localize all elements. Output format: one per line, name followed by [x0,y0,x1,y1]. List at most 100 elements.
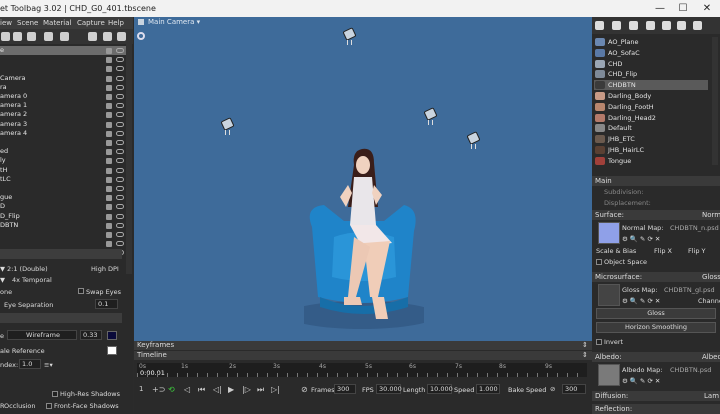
outliner-item[interactable] [0,64,126,73]
eye-icon[interactable] [116,149,124,155]
material-item[interactable]: Darling_Head2 [594,113,708,123]
eye-icon[interactable] [116,167,124,173]
light-gizmo[interactable] [423,107,438,125]
eye-icon[interactable] [116,84,124,90]
lock-icon[interactable] [106,94,112,100]
outliner-item[interactable] [0,55,126,64]
delete-icon[interactable] [693,21,702,30]
step-back-icon[interactable]: ◁| [213,385,222,394]
light-gizmo[interactable] [220,117,235,135]
section-diffusion[interactable]: Diffusion: Lam [592,391,720,401]
eye-icon[interactable] [116,232,124,237]
albedo-map-file[interactable]: CHDBTN.psd [670,366,711,374]
pick-icon[interactable] [629,21,638,30]
lock-icon[interactable] [106,57,112,64]
outliner-item[interactable]: ed [0,147,126,156]
flip-x-option[interactable]: Flip X [654,247,672,255]
lock-icon[interactable] [106,75,112,82]
diffusion-value[interactable]: Lam [704,391,719,401]
albedo-value[interactable]: Albedo [702,352,720,362]
close-button[interactable]: ✕ [697,0,717,17]
normal-map-file[interactable]: CHDBTN_n.psd [670,224,719,232]
menu-view[interactable]: iew [0,19,12,27]
save-icon[interactable] [677,21,686,30]
outliner-item[interactable] [0,138,126,147]
hires-shadows-checkbox[interactable] [52,391,58,397]
viewport-settings-icon[interactable] [137,32,145,40]
gloss-map-file[interactable]: CHDBTN_gl.psd [664,286,715,294]
menu-material[interactable]: Material [43,19,71,27]
eye-icon[interactable] [116,121,124,127]
outliner-item[interactable]: amera 3 [0,120,126,129]
eye-icon[interactable] [116,103,124,109]
microsurface-value[interactable]: Gloss [702,272,720,282]
outliner-item[interactable]: e [0,46,126,55]
outliner-item[interactable]: ra [0,83,126,92]
add-material-icon[interactable] [595,21,604,30]
material-item[interactable]: CHD [594,59,708,69]
camera-selector[interactable]: Main Camera ▾ [148,18,200,26]
minimize-button[interactable]: — [650,0,670,17]
folder-icon[interactable] [662,21,671,30]
gloss-button[interactable]: Gloss [596,308,716,319]
lock-icon[interactable] [106,121,112,128]
key-add-icon[interactable]: +⊃ [152,385,165,394]
delete-icon[interactable] [117,32,126,41]
index-menu-icon[interactable]: ≡▾ [44,361,53,369]
scale-reference-color[interactable] [107,346,117,355]
speed-input[interactable]: 1.000 [476,384,500,394]
lock-icon[interactable] [106,204,112,211]
section-main[interactable]: Main [592,176,720,186]
timeline-ruler[interactable]: 0s 1s 2s 3s 4s 5s 6s 7s 8s 9s 0:00.01 [137,363,587,377]
section-surface[interactable]: Surface: Normal [592,210,720,220]
keyframes-collapse-icon[interactable]: ⇕ [582,341,588,349]
outliner-item[interactable]: amera 2 [0,110,126,119]
lock-icon[interactable] [106,241,112,248]
shadow-icon[interactable] [44,32,53,41]
wireframe-color[interactable] [107,331,117,340]
gloss-map-tools-icon[interactable]: ⚙🔍✎⟳✕ [622,297,662,305]
temporal-value[interactable]: 4x Temporal [12,276,52,284]
high-dpi-option[interactable]: High DPI [91,265,119,273]
step-forward-icon[interactable]: |▷ [242,385,251,394]
keyframes-header[interactable]: Keyframes [134,341,592,350]
folder-icon[interactable] [88,32,97,41]
outliner-item[interactable]: gue [0,193,126,202]
gloss-map-thumbnail[interactable] [598,284,620,306]
normal-map-thumbnail[interactable] [598,222,620,244]
wireframe-button[interactable]: Wireframe [7,330,77,340]
paint-icon[interactable] [646,21,655,30]
lock-icon[interactable] [106,167,112,174]
skip-start-icon[interactable]: ⏮ [198,385,205,395]
lock-icon[interactable] [106,130,112,137]
key-prev-icon[interactable]: ◁ [184,385,190,394]
lock-icon[interactable] [106,158,112,165]
material-item[interactable]: JHB_ETC [594,134,708,144]
eye-icon[interactable] [116,204,124,210]
eye-icon[interactable] [116,94,124,99]
lock-icon[interactable] [106,186,112,192]
outliner-item[interactable] [0,230,126,239]
length-input[interactable]: 10.000 [427,384,453,394]
wireframe-value[interactable]: 0.33 [80,330,102,340]
lock-icon[interactable] [106,48,112,54]
sky-icon[interactable] [27,32,36,41]
outliner-item[interactable]: amera 1 [0,101,126,110]
lock-icon[interactable] [106,84,112,91]
lock-icon[interactable] [106,66,112,73]
outliner-item[interactable]: tLC [0,175,126,184]
outliner-item[interactable]: amera 0 [0,92,126,101]
eye-icon[interactable] [116,176,124,182]
lock-icon[interactable] [106,195,112,202]
loop-icon[interactable]: ⟲ [168,385,175,394]
stereo-none[interactable]: one [0,288,12,296]
lock-icon[interactable] [106,232,112,238]
horizon-smoothing-slider[interactable]: Horizon Smoothing [596,322,716,333]
key-next-icon[interactable]: ▷| [271,385,280,394]
light-gizmo[interactable] [466,131,481,149]
eye-icon[interactable] [116,66,124,72]
outliner-item[interactable]: DBTN [0,221,126,230]
skip-end-icon[interactable]: ⏭ [257,385,264,395]
light-gizmo[interactable] [342,27,357,45]
eye-icon[interactable] [116,75,124,81]
